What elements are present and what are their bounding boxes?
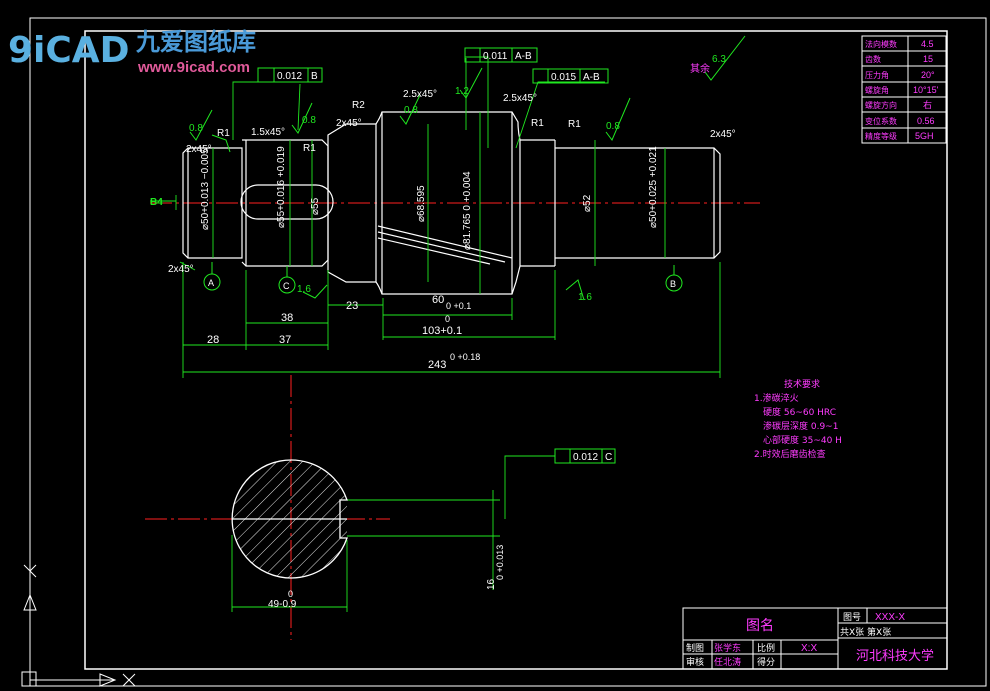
len-60-tol: 0 +0.1 bbox=[446, 301, 471, 311]
len-103: 103+0.1 bbox=[422, 325, 462, 337]
len-37: 37 bbox=[279, 334, 291, 346]
chamfer-left-bottom: 2x45° bbox=[168, 264, 194, 275]
ratio-value: X:X bbox=[801, 643, 817, 654]
roughness-8: 1.6 bbox=[578, 292, 592, 303]
symmetry-ref: C bbox=[605, 452, 612, 463]
roughness-3: 0.8 bbox=[404, 105, 418, 116]
dia-52: ⌀52 bbox=[582, 194, 593, 212]
len-28: 28 bbox=[207, 334, 219, 346]
gear-row-value: 15 bbox=[923, 54, 933, 64]
roughness-general-value: 6.3 bbox=[712, 54, 726, 65]
tech-req-title: 技术要求 bbox=[784, 378, 820, 390]
chamfer-right: 2x45° bbox=[710, 129, 736, 140]
gear-row-label: 变位系数 bbox=[865, 116, 897, 126]
tech-req-line: 2.时效后磨齿检查 bbox=[754, 448, 826, 460]
chamfer-1: 1.5x45° bbox=[251, 127, 285, 138]
radius-2: R2 bbox=[352, 100, 365, 111]
logo-url: www.9icad.com bbox=[137, 59, 250, 76]
len-103-tol: 0 bbox=[445, 314, 450, 324]
sec-depth-tol: 0 +0.013 bbox=[495, 545, 505, 580]
len-60: 60 bbox=[432, 294, 444, 306]
gear-row-label: 压力角 bbox=[865, 70, 889, 80]
gear-row-label: 齿数 bbox=[865, 54, 881, 64]
tech-requirements: 技术要求 1.渗碳淬火 硬度 56~60 HRC 渗碳层深度 0.9~1 心部硬… bbox=[754, 378, 842, 460]
ratio-label: 比例 bbox=[757, 642, 775, 654]
inner-frame bbox=[84, 30, 948, 670]
gear-row-value: 10°15' bbox=[913, 85, 939, 95]
gear-row-value: 4.5 bbox=[921, 39, 934, 49]
sheets-text: 共X张 第X张 bbox=[840, 626, 891, 638]
runout-1-value: 0.011 bbox=[483, 51, 508, 62]
len-243: 243 bbox=[428, 359, 446, 371]
radius-1d: R1 bbox=[568, 119, 581, 130]
gear-row-value: 0.56 bbox=[917, 116, 935, 126]
runout-1-ref: A-B bbox=[515, 51, 532, 62]
gear-row-label: 螺旋方向 bbox=[865, 100, 897, 110]
roughness-1: 0.8 bbox=[189, 123, 203, 134]
sec-width-tol: 0 bbox=[288, 589, 293, 599]
len-23: 23 bbox=[346, 300, 358, 312]
code-value: XXX-X bbox=[875, 612, 905, 623]
cad-drawing: 9iCAD 九爱图纸库 www.9icad.com 其余 6.3 0.8 0.8… bbox=[8, 17, 987, 687]
radius-1a: R1 bbox=[217, 128, 230, 139]
tech-req-line: 渗碳层深度 0.9~1 bbox=[763, 420, 838, 432]
concentricity-value: 0.012 bbox=[277, 71, 302, 82]
chamfer-4: 2.5x45° bbox=[503, 93, 537, 104]
gear-row-value: 右 bbox=[923, 99, 932, 111]
chamfer-3: 2.5x45° bbox=[403, 89, 437, 100]
code-label: 图号 bbox=[843, 612, 861, 623]
datum-b: B bbox=[670, 279, 676, 289]
len-38: 38 bbox=[281, 312, 293, 324]
dia-gear: ⌀68.595 bbox=[416, 185, 427, 222]
radius-1c: R1 bbox=[531, 118, 544, 129]
symmetry-value: 0.012 bbox=[573, 452, 598, 463]
roughness-symbols bbox=[189, 35, 746, 301]
dia-55: ⌀55 bbox=[310, 197, 321, 215]
tech-req-line: 硬度 56~60 HRC bbox=[763, 406, 836, 418]
tech-req-line: 心部硬度 35~40 H bbox=[763, 434, 842, 446]
roughness-2: 0.8 bbox=[302, 115, 316, 126]
dia-root: ⌀81.765 0 +0.004 bbox=[462, 171, 473, 250]
dia-keyway: ⌀55+0.016 +0.019 bbox=[276, 146, 287, 228]
concentricity-ref: B bbox=[311, 71, 318, 82]
drawing-name: 图名 bbox=[746, 618, 774, 634]
school-name: 河北科技大学 bbox=[856, 648, 934, 664]
dia-left: ⌀50+0.013 −0.005 bbox=[200, 148, 211, 230]
check-label: 审核 bbox=[686, 656, 704, 668]
gear-row-value: 5GH bbox=[915, 131, 934, 141]
gear-row-label: 法向模数 bbox=[865, 39, 897, 49]
roughness-7: 1.6 bbox=[297, 284, 311, 295]
datum-a: A bbox=[208, 278, 214, 288]
ucs-icon bbox=[21, 564, 136, 687]
gear-table: 法向模数 4.5 齿数 15 压力角 20° 螺旋角 10°15' 螺旋方向 右… bbox=[865, 39, 939, 141]
gear-row-label: 精度等级 bbox=[865, 131, 897, 141]
drawn-name: 张学东 bbox=[714, 642, 741, 654]
roughness-general-label: 其余 bbox=[690, 62, 710, 75]
grade-label: 得分 bbox=[757, 656, 775, 668]
tech-req-line: 1.渗碳淬火 bbox=[754, 392, 799, 404]
runout-2-value: 0.015 bbox=[551, 72, 576, 83]
drawn-label: 制图 bbox=[686, 642, 704, 654]
check-name: 任北涛 bbox=[714, 656, 741, 668]
datum-side-label: B4 bbox=[150, 197, 163, 208]
radius-1b: R1 bbox=[303, 143, 316, 154]
datum-markers bbox=[203, 262, 683, 294]
gear-row-label: 螺旋角 bbox=[865, 85, 889, 95]
runout-2-ref: A-B bbox=[583, 72, 600, 83]
logo-glyph: 9iCAD bbox=[8, 30, 130, 71]
gear-row-value: 20° bbox=[921, 70, 935, 80]
logo-title: 九爱图纸库 bbox=[135, 28, 256, 56]
roughness-5: 0.8 bbox=[606, 121, 620, 132]
roughness-4: 1.2 bbox=[455, 86, 469, 97]
len-243-tol: 0 +0.18 bbox=[450, 352, 480, 362]
outer-frame bbox=[29, 17, 987, 687]
dia-right: ⌀50+0.025 +0.021 bbox=[648, 146, 659, 228]
datum-c: C bbox=[283, 281, 290, 291]
sec-width: 49-0.9 bbox=[268, 599, 297, 610]
chamfer-2: 2x45° bbox=[336, 118, 362, 129]
